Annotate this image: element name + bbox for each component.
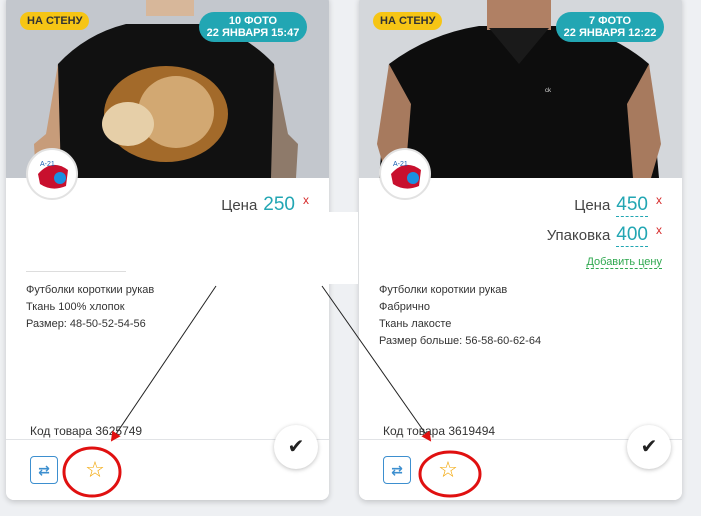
add-price-link[interactable]: Добавить цену (586, 256, 662, 269)
product-description: Футболки короткии рукав Фабрично Ткань л… (379, 282, 541, 350)
divider (26, 271, 126, 272)
svg-text:A-21: A-21 (393, 161, 408, 168)
price-value[interactable]: 450 (616, 194, 648, 217)
price-row: Упаковка 400 x (546, 223, 662, 247)
product-card: ck НА СТЕНУ 7 ФОТО 22 ЯНВАРЯ 12:22 A-21 … (359, 0, 682, 500)
seller-avatar[interactable]: A-21 (379, 148, 431, 200)
photo-info-badge[interactable]: 10 ФОТО 22 ЯНВАРЯ 15:47 (199, 12, 307, 42)
svg-text:A-21: A-21 (40, 161, 55, 168)
check-icon: ✔ (287, 436, 305, 458)
swap-arrows-icon: ⇄ (38, 462, 50, 478)
description-line: Футболки короткии рукав (26, 284, 155, 296)
photo-count: 10 ФОТО (228, 15, 278, 27)
description-line: Ткань лакосте (379, 318, 452, 330)
remove-price-button[interactable]: x (656, 223, 662, 237)
product-code: Код товара 3625749 (30, 424, 143, 438)
description-line: Размер больше: 56-58-60-62-64 (379, 335, 542, 347)
svg-text:ck: ck (545, 88, 552, 94)
photo-date: 22 ЯНВАРЯ 15:47 (206, 27, 300, 39)
select-button[interactable]: ✔ (627, 425, 671, 469)
product-description: Футболки короткии рукав Ткань 100% хлопо… (26, 282, 154, 333)
photo-count: 7 ФОТО (588, 15, 632, 27)
description-line: Ткань 100% хлопок (26, 301, 125, 313)
check-icon: ✔ (640, 436, 658, 458)
remove-price-button[interactable]: x (656, 193, 662, 207)
price-label: Упаковка (546, 227, 611, 244)
star-icon: ☆ (85, 457, 105, 482)
seller-avatar[interactable]: A-21 (26, 148, 78, 200)
star-icon: ☆ (438, 457, 458, 482)
remove-price-button[interactable]: x (303, 193, 309, 207)
price-row: Цена 450 x (574, 193, 662, 217)
price-label: Цена (574, 197, 611, 214)
description-line: Фабрично (379, 301, 430, 313)
description-line: Размер: 48-50-52-54-56 (26, 318, 146, 330)
description-line: Футболки короткии рукав (379, 284, 508, 296)
product-code: Код товара 3619494 (383, 424, 496, 438)
favorite-button[interactable]: ☆ (78, 453, 112, 487)
wall-badge[interactable]: НА СТЕНУ (20, 12, 90, 30)
swap-button[interactable]: ⇄ (383, 456, 411, 484)
price-value[interactable]: 400 (616, 224, 648, 247)
photo-info-badge[interactable]: 7 ФОТО 22 ЯНВАРЯ 12:22 (556, 12, 664, 42)
blank-area (218, 212, 358, 284)
favorite-button[interactable]: ☆ (431, 453, 465, 487)
wall-badge[interactable]: НА СТЕНУ (373, 12, 443, 30)
select-button[interactable]: ✔ (274, 425, 318, 469)
swap-button[interactable]: ⇄ (30, 456, 58, 484)
swap-arrows-icon: ⇄ (391, 462, 403, 478)
photo-date: 22 ЯНВАРЯ 12:22 (563, 27, 657, 39)
